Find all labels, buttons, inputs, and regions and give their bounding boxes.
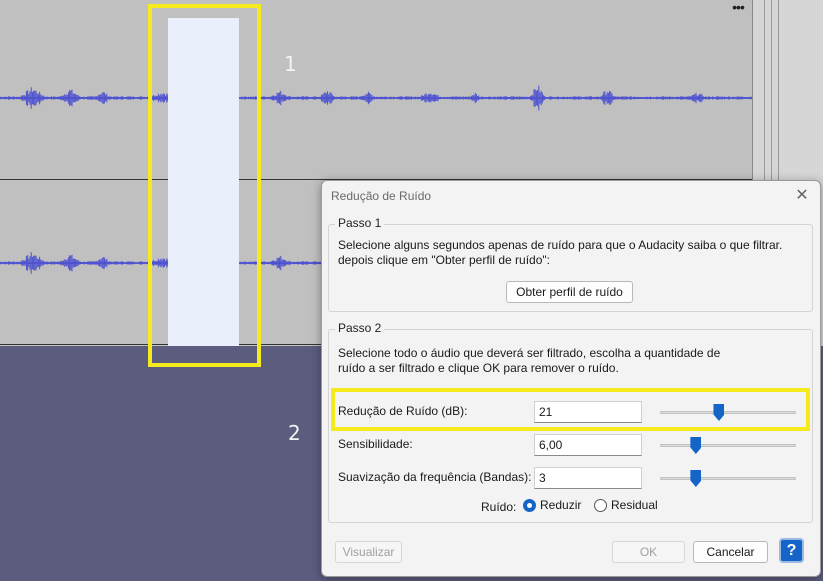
frequency-smoothing-label: Suavização da frequência (Bandas): bbox=[338, 470, 532, 484]
annotation-number-2: 2 bbox=[288, 421, 301, 445]
frequency-smoothing-input[interactable] bbox=[534, 467, 642, 489]
slider-thumb[interactable] bbox=[690, 437, 702, 454]
radio-dot[interactable] bbox=[594, 498, 607, 512]
noise-reduction-dialog: Redução de Ruído ✕ Passo 1 Selecione alg… bbox=[321, 180, 821, 577]
ok-button[interactable]: OK bbox=[612, 541, 685, 563]
noise-mode-reduce-radio[interactable]: Reduzir bbox=[523, 498, 581, 512]
step2-instruction-line1: Selecione todo o áudio que deverá ser fi… bbox=[338, 346, 721, 360]
sensitivity-label: Sensibilidade: bbox=[338, 437, 413, 451]
step2-instruction-line2: ruído a ser filtrado e clique OK para re… bbox=[338, 361, 619, 375]
close-icon[interactable]: ✕ bbox=[792, 186, 812, 206]
frequency-smoothing-slider[interactable] bbox=[660, 467, 796, 489]
step1-instruction-line2: depois clique em "Obter perfil de ruído"… bbox=[338, 253, 550, 267]
dialog-title: Redução de Ruído bbox=[331, 189, 432, 203]
sensitivity-slider[interactable] bbox=[660, 434, 796, 456]
noise-mode-residual-radio[interactable]: Residual bbox=[594, 498, 658, 512]
step1-instruction-line1: Selecione alguns segundos apenas de ruíd… bbox=[338, 238, 783, 252]
annotation-number-1: 1 bbox=[284, 52, 297, 76]
waveform-left bbox=[0, 85, 752, 111]
step1-group: Passo 1 Selecione alguns segundos apenas… bbox=[328, 216, 813, 312]
selection-annotation-box bbox=[148, 4, 261, 367]
ellipsis-icon[interactable]: ••• bbox=[727, 0, 749, 16]
noise-mode-label: Ruído: bbox=[481, 500, 517, 514]
parameter-annotation-box bbox=[331, 388, 810, 431]
step1-legend: Passo 1 bbox=[335, 216, 385, 230]
sensitivity-input[interactable] bbox=[534, 434, 642, 456]
slider-thumb[interactable] bbox=[690, 470, 702, 487]
residual-label: Residual bbox=[611, 498, 658, 512]
waveform-channel-left[interactable] bbox=[0, 0, 752, 180]
radio-dot[interactable] bbox=[523, 498, 536, 512]
cancel-button[interactable]: Cancelar bbox=[693, 541, 768, 563]
step2-legend: Passo 2 bbox=[335, 321, 385, 335]
help-icon[interactable]: ? bbox=[779, 538, 804, 563]
get-noise-profile-button[interactable]: Obter perfil de ruído bbox=[506, 281, 633, 303]
reduce-label: Reduzir bbox=[540, 498, 582, 512]
preview-button[interactable]: Visualizar bbox=[335, 541, 402, 563]
